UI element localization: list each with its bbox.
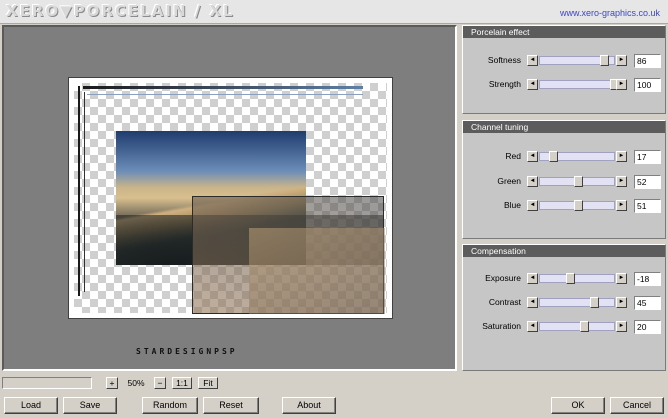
arrow-left-icon[interactable]: ◄ bbox=[527, 151, 538, 162]
arrow-left-icon[interactable]: ◄ bbox=[527, 79, 538, 90]
green-value[interactable]: 52 bbox=[634, 175, 661, 189]
slider-label: Red bbox=[505, 151, 521, 161]
slider-thumb[interactable] bbox=[589, 297, 599, 308]
ok-button[interactable]: OK bbox=[551, 397, 605, 414]
slider-row-strength: Strength ◄ ► 100 bbox=[463, 77, 665, 93]
arrow-right-icon[interactable]: ► bbox=[616, 55, 627, 66]
green-slider[interactable] bbox=[539, 176, 615, 187]
strength-value[interactable]: 100 bbox=[634, 78, 661, 92]
about-button[interactable]: About bbox=[282, 397, 336, 414]
slider-label: Strength bbox=[488, 79, 521, 89]
slider-thumb[interactable] bbox=[566, 273, 576, 284]
panel-title: Channel tuning bbox=[463, 121, 665, 133]
cancel-button[interactable]: Cancel bbox=[610, 397, 664, 414]
zoom-toolbar: + 50% − 1:1 Fit bbox=[0, 376, 668, 390]
zoom-fit-button[interactable]: Fit bbox=[198, 377, 218, 389]
slider-row-softness: Softness ◄ ► 86 bbox=[463, 53, 665, 69]
red-slider[interactable] bbox=[539, 151, 615, 162]
panel-title: Porcelain effect bbox=[463, 26, 665, 38]
action-bar: Load Save Random Reset About OK Cancel bbox=[0, 396, 668, 416]
frame-line bbox=[78, 86, 80, 296]
slider-thumb[interactable] bbox=[573, 200, 583, 211]
strength-slider[interactable] bbox=[539, 79, 619, 90]
slider-row-blue: Blue ◄ ► 51 bbox=[463, 198, 665, 214]
zoom-in-button[interactable]: + bbox=[106, 377, 118, 389]
arrow-left-icon[interactable]: ◄ bbox=[527, 55, 538, 66]
arrow-left-icon[interactable]: ◄ bbox=[527, 321, 538, 332]
slider-row-saturation: Saturation ◄ ► 20 bbox=[463, 319, 665, 335]
slider-row-contrast: Contrast ◄ ► 45 bbox=[463, 295, 665, 311]
slider-thumb[interactable] bbox=[548, 151, 558, 162]
frame-line bbox=[87, 94, 363, 95]
slider-label: Contrast bbox=[488, 297, 521, 307]
preview-signature: STARDESIGNPSP bbox=[136, 347, 238, 356]
arrow-left-icon[interactable]: ◄ bbox=[527, 273, 538, 284]
exposure-slider[interactable] bbox=[539, 273, 615, 284]
frame-line bbox=[84, 92, 85, 292]
zoom-out-button[interactable]: − bbox=[154, 377, 166, 389]
contrast-value[interactable]: 45 bbox=[634, 296, 661, 310]
blue-value[interactable]: 51 bbox=[634, 199, 661, 213]
overlay-sand bbox=[249, 228, 385, 314]
saturation-value[interactable]: 20 bbox=[634, 320, 661, 334]
slider-label: Exposure bbox=[485, 273, 521, 283]
reset-button[interactable]: Reset bbox=[203, 397, 259, 414]
arrow-left-icon[interactable]: ◄ bbox=[527, 176, 538, 187]
slider-thumb[interactable] bbox=[574, 176, 584, 187]
red-value[interactable]: 17 bbox=[634, 150, 661, 164]
softness-value[interactable]: 86 bbox=[634, 54, 661, 68]
slider-row-green: Green ◄ ► 52 bbox=[463, 174, 665, 190]
slider-label: Green bbox=[497, 176, 521, 186]
slider-label: Blue bbox=[503, 200, 521, 210]
arrow-left-icon[interactable]: ◄ bbox=[527, 200, 538, 211]
saturation-slider[interactable] bbox=[539, 321, 615, 332]
contrast-slider[interactable] bbox=[539, 297, 615, 308]
preview-canvas bbox=[68, 77, 393, 319]
arrow-right-icon[interactable]: ► bbox=[616, 273, 627, 284]
panel-channel-tuning: Channel tuning Red ◄ ► 17 Green ◄ ► 52 B… bbox=[462, 120, 666, 239]
slider-label: Saturation bbox=[482, 321, 521, 331]
slider-row-exposure: Exposure ◄ ► -18 bbox=[463, 271, 665, 287]
load-button[interactable]: Load bbox=[4, 397, 58, 414]
panel-porcelain-effect: Porcelain effect Softness ◄ ► 86 Strengt… bbox=[462, 25, 666, 114]
arrow-right-icon[interactable]: ► bbox=[616, 151, 627, 162]
panel-compensation: Compensation Exposure ◄ ► -18 Contrast ◄… bbox=[462, 244, 666, 371]
progress-bar bbox=[2, 377, 92, 389]
exposure-value[interactable]: -18 bbox=[634, 272, 661, 286]
blue-slider[interactable] bbox=[539, 200, 615, 211]
slider-label: Softness bbox=[487, 55, 521, 65]
random-button[interactable]: Random bbox=[142, 397, 198, 414]
app-title: XERO▼PORCELAIN / XL bbox=[6, 2, 235, 20]
arrow-right-icon[interactable]: ► bbox=[616, 176, 627, 187]
softness-slider[interactable] bbox=[539, 55, 615, 66]
zoom-level: 50% bbox=[127, 378, 145, 388]
arrow-right-icon[interactable]: ► bbox=[616, 79, 627, 90]
frame-line bbox=[83, 86, 363, 89]
arrow-right-icon[interactable]: ► bbox=[616, 200, 627, 211]
website-link[interactable]: www.xero-graphics.co.uk bbox=[560, 8, 660, 18]
slider-thumb[interactable] bbox=[580, 321, 590, 332]
preview-area[interactable]: STARDESIGNPSP bbox=[2, 25, 457, 371]
save-button[interactable]: Save bbox=[63, 397, 117, 414]
arrow-right-icon[interactable]: ► bbox=[616, 321, 627, 332]
zoom-one-to-one-button[interactable]: 1:1 bbox=[172, 377, 192, 389]
title-bar: XERO▼PORCELAIN / XL www.xero-graphics.co… bbox=[0, 0, 668, 24]
arrow-right-icon[interactable]: ► bbox=[616, 297, 627, 308]
slider-row-red: Red ◄ ► 17 bbox=[463, 149, 665, 165]
slider-thumb[interactable] bbox=[599, 55, 609, 66]
arrow-left-icon[interactable]: ◄ bbox=[527, 297, 538, 308]
panel-title: Compensation bbox=[463, 245, 665, 257]
